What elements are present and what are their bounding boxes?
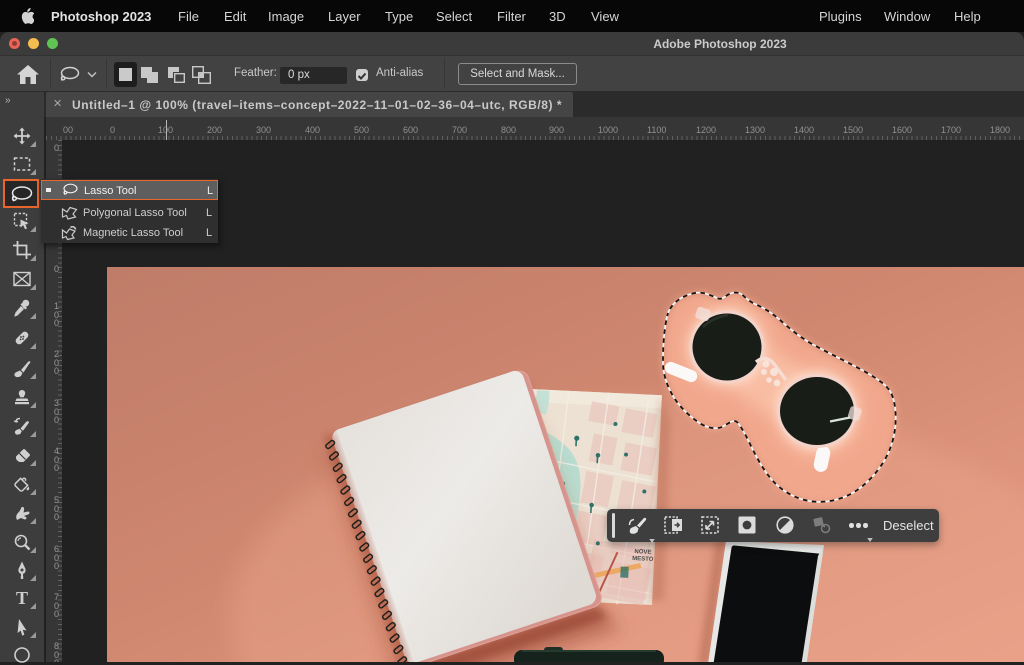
svg-text:MESTO: MESTO [632,556,654,563]
svg-text:T: T [16,588,28,608]
svg-text:NOVE: NOVE [634,549,651,556]
